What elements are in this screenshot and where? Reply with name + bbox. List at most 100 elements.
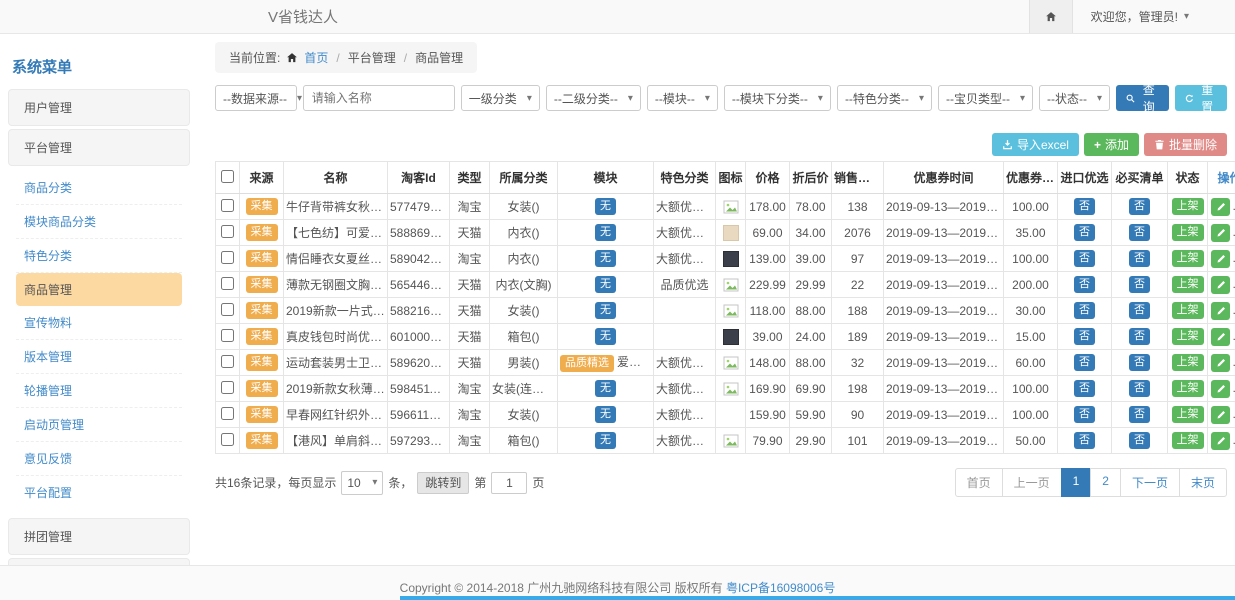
filter-select-1[interactable]: --二级分类--▾	[546, 85, 641, 111]
badge[interactable]: 否	[1129, 302, 1150, 319]
row-checkbox[interactable]	[221, 225, 234, 238]
icp-link[interactable]: 粤ICP备16098006号	[726, 581, 835, 595]
sidebar-link[interactable]: 平台配置	[16, 476, 182, 509]
badge[interactable]: 否	[1074, 406, 1095, 423]
user-menu[interactable]: 欢迎您，管理员! ▾	[1073, 8, 1235, 25]
row-checkbox[interactable]	[221, 329, 234, 342]
edit-button[interactable]	[1211, 250, 1230, 268]
badge[interactable]: 上架	[1172, 406, 1204, 423]
filter-select-3[interactable]: --模块下分类--▾	[724, 85, 831, 111]
price-cell: 169.90	[746, 376, 790, 402]
edit-button[interactable]	[1211, 198, 1230, 216]
filter-selects: 一级分类▾--二级分类--▾--模块--▾--模块下分类--▾--特色分类--▾…	[461, 85, 1110, 111]
page-button-1[interactable]: 1	[1061, 468, 1092, 497]
badge[interactable]: 否	[1129, 406, 1150, 423]
badge[interactable]: 上架	[1172, 328, 1204, 345]
badge[interactable]: 否	[1129, 276, 1150, 293]
badge[interactable]: 否	[1074, 224, 1095, 241]
page-button-下一页[interactable]: 下一页	[1120, 468, 1180, 497]
batch-delete-button[interactable]: 批量删除	[1144, 133, 1227, 156]
select-all-checkbox[interactable]	[221, 170, 234, 183]
sidebar-group-0[interactable]: 用户管理	[8, 89, 190, 126]
jump-page-input[interactable]	[491, 472, 527, 494]
name-search-input[interactable]	[303, 85, 455, 111]
page-button-2[interactable]: 2	[1090, 468, 1121, 497]
row-checkbox[interactable]	[221, 277, 234, 290]
page-button-首页[interactable]: 首页	[955, 468, 1003, 497]
row-checkbox[interactable]	[221, 303, 234, 316]
filter-select-2[interactable]: --模块--▾	[647, 85, 718, 111]
badge[interactable]: 否	[1129, 224, 1150, 241]
badge[interactable]: 上架	[1172, 276, 1204, 293]
sidebar-link[interactable]: 宣传物料	[16, 306, 182, 340]
badge[interactable]: 否	[1129, 328, 1150, 345]
badge[interactable]: 上架	[1172, 198, 1204, 215]
breadcrumb-home-link[interactable]: 首页	[304, 49, 328, 66]
product-thumbnail	[723, 303, 739, 319]
edit-button[interactable]	[1211, 380, 1230, 398]
page-button-上一页[interactable]: 上一页	[1002, 468, 1062, 497]
badge[interactable]: 否	[1129, 198, 1150, 215]
badge[interactable]: 否	[1074, 380, 1095, 397]
badge[interactable]: 上架	[1172, 302, 1204, 319]
search-button[interactable]: 查询	[1116, 85, 1168, 111]
add-button[interactable]: + 添加	[1084, 133, 1139, 156]
edit-button[interactable]	[1211, 406, 1230, 424]
sidebar-link[interactable]: 模块商品分类	[16, 205, 182, 239]
sidebar-link[interactable]: 版本管理	[16, 340, 182, 374]
badge[interactable]: 否	[1074, 276, 1095, 293]
sidebar-link[interactable]: 轮播管理	[16, 374, 182, 408]
badge[interactable]: 上架	[1172, 354, 1204, 371]
feature-cell: 大额优惠券	[654, 220, 716, 246]
import-excel-button[interactable]: 导入excel	[992, 133, 1079, 156]
row-checkbox[interactable]	[221, 381, 234, 394]
badge[interactable]: 否	[1129, 354, 1150, 371]
edit-button[interactable]	[1211, 328, 1230, 346]
home-button[interactable]	[1029, 0, 1073, 33]
badge[interactable]: 否	[1129, 432, 1150, 449]
badge: 无	[595, 198, 616, 215]
sidebar-link[interactable]: 启动页管理	[16, 408, 182, 442]
edit-button[interactable]	[1211, 276, 1230, 294]
row-checkbox[interactable]	[221, 251, 234, 264]
filter-select-5[interactable]: --宝贝类型--▾	[938, 85, 1033, 111]
sidebar-link[interactable]: 意见反馈	[16, 442, 182, 476]
edit-button[interactable]	[1211, 432, 1230, 450]
jump-button[interactable]: 跳转到	[417, 472, 469, 494]
badge[interactable]: 上架	[1172, 380, 1204, 397]
badge[interactable]: 上架	[1172, 250, 1204, 267]
row-checkbox[interactable]	[221, 199, 234, 212]
edit-button[interactable]	[1211, 354, 1230, 372]
refresh-icon	[1185, 93, 1194, 104]
row-checkbox[interactable]	[221, 433, 234, 446]
edit-button[interactable]	[1211, 302, 1230, 320]
edit-button[interactable]	[1211, 224, 1230, 242]
badge[interactable]: 否	[1074, 302, 1095, 319]
badge[interactable]: 否	[1129, 250, 1150, 267]
page-button-末页[interactable]: 末页	[1179, 468, 1227, 497]
per-page-select[interactable]: 10 ▾	[341, 471, 383, 495]
filter-select-4[interactable]: --特色分类--▾	[837, 85, 932, 111]
sidebar-link[interactable]: 商品管理	[16, 273, 182, 306]
filter-select-data-source[interactable]: --数据来源-- ▾	[215, 85, 297, 111]
row-checkbox[interactable]	[221, 407, 234, 420]
filter-select-6[interactable]: --状态--▾	[1039, 85, 1110, 111]
feature-cell: 大额优惠券	[654, 194, 716, 220]
reset-button[interactable]: 重置	[1175, 85, 1227, 111]
sidebar-link[interactable]: 特色分类	[16, 239, 182, 273]
filter-select-0[interactable]: 一级分类▾	[461, 85, 540, 111]
operations-cell	[1208, 220, 1235, 246]
badge[interactable]: 否	[1074, 198, 1095, 215]
badge[interactable]: 否	[1074, 250, 1095, 267]
badge[interactable]: 上架	[1172, 224, 1204, 241]
operations-cell	[1208, 428, 1235, 454]
sidebar-group-1[interactable]: 平台管理	[8, 129, 190, 166]
badge[interactable]: 否	[1074, 354, 1095, 371]
badge[interactable]: 否	[1074, 328, 1095, 345]
badge[interactable]: 否	[1074, 432, 1095, 449]
row-checkbox[interactable]	[221, 355, 234, 368]
badge[interactable]: 上架	[1172, 432, 1204, 449]
badge[interactable]: 否	[1129, 380, 1150, 397]
sidebar-group-2[interactable]: 拼团管理	[8, 518, 190, 555]
sidebar-link[interactable]: 商品分类	[16, 171, 182, 205]
